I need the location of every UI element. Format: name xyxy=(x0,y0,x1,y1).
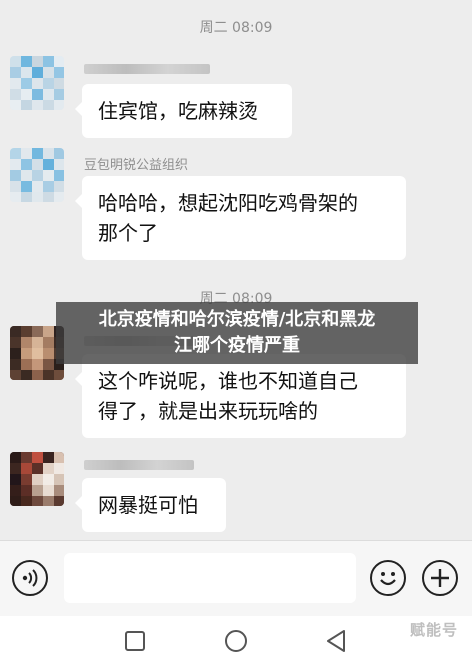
message-text: 得了，就是出来玩玩啥的 xyxy=(98,399,318,423)
message-bubble[interactable]: 哈哈哈，想起沈阳吃鸡骨架的 那个了 xyxy=(75,176,406,260)
sender-name-blurred xyxy=(84,460,194,470)
message-bubble[interactable]: 住宾馆，吃麻辣烫 xyxy=(75,84,292,138)
message-text: 这个咋说呢，谁也不知道自己 xyxy=(98,369,358,393)
square-recent-icon xyxy=(125,631,145,651)
sender-name-blurred xyxy=(84,64,210,74)
message-bubble[interactable]: 网暴挺可怕 xyxy=(75,478,226,532)
circle-home-icon xyxy=(225,630,247,652)
message-input[interactable] xyxy=(64,553,356,603)
overlay-title-line: 江哪个疫情严重 xyxy=(174,335,300,356)
triangle-back-icon xyxy=(327,630,345,652)
input-bar xyxy=(0,540,472,616)
chat-area: 周二 08:09 住宾馆，吃麻辣烫 豆包明锐公益组织 哈哈哈，想起沈阳吃鸡骨架的… xyxy=(0,0,472,540)
overlay-title-line: 北京疫情和哈尔滨疫情/北京和黑龙 xyxy=(98,309,376,330)
system-nav-bar xyxy=(0,616,472,668)
message-text: 网暴挺可怕 xyxy=(98,493,198,517)
message-text: 住宾馆，吃麻辣烫 xyxy=(98,99,258,123)
message-text: 那个了 xyxy=(98,221,158,245)
message-text: 哈哈哈，想起沈阳吃鸡骨架的 xyxy=(98,191,358,215)
add-icon[interactable] xyxy=(422,560,458,596)
title-overlay: 北京疫情和哈尔滨疫情/北京和黑龙 江哪个疫情严重 xyxy=(56,302,418,364)
message-bubble[interactable]: 这个咋说呢，谁也不知道自己 得了，就是出来玩玩啥的 xyxy=(75,354,406,438)
avatar[interactable] xyxy=(10,148,64,202)
avatar[interactable] xyxy=(10,56,64,110)
emoji-icon[interactable] xyxy=(370,560,406,596)
voice-icon[interactable] xyxy=(12,560,48,596)
avatar[interactable] xyxy=(10,452,64,506)
watermark: 赋能号 xyxy=(409,621,458,639)
sender-name: 豆包明锐公益组织 xyxy=(84,158,189,173)
timestamp: 周二 08:09 xyxy=(199,20,273,36)
